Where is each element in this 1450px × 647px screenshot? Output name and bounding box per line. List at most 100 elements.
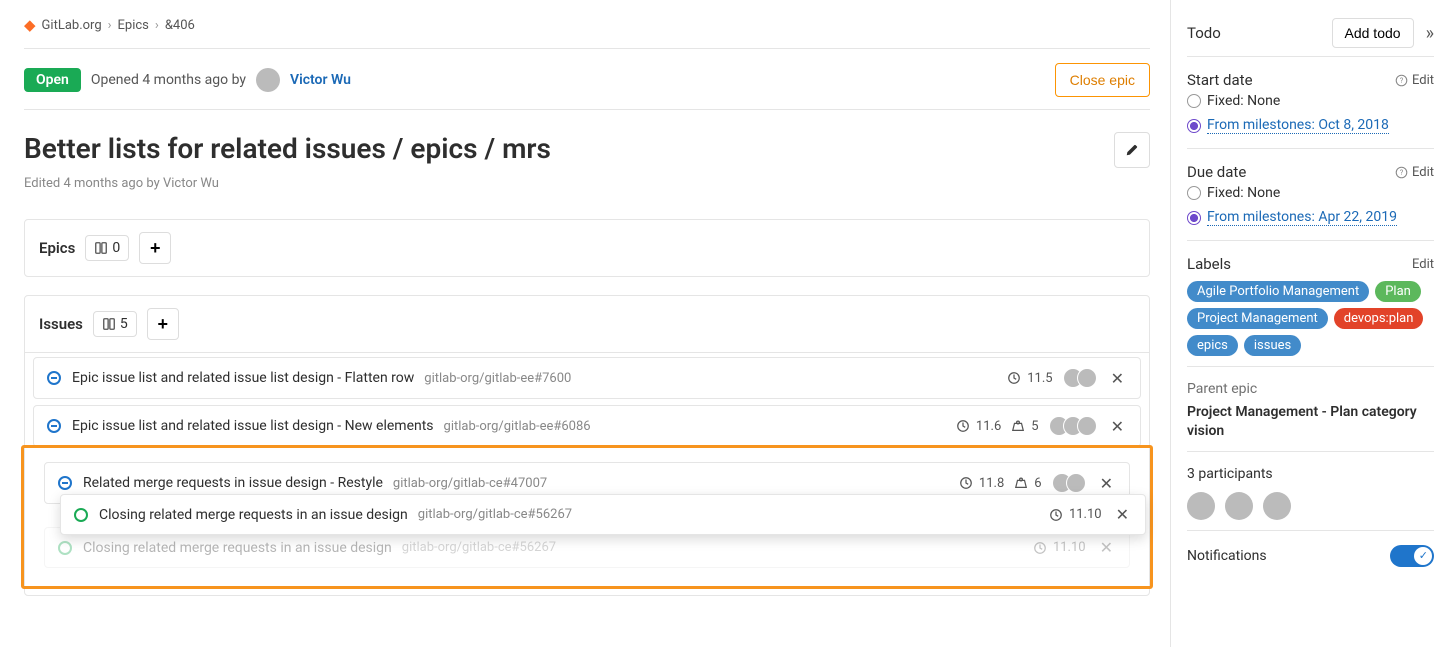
epic-icon: [94, 241, 108, 255]
svg-text:?: ?: [1400, 167, 1404, 176]
issues-label: Issues: [39, 315, 83, 333]
breadcrumb[interactable]: ◆ GitLab.org › Epics › &406: [24, 12, 1150, 48]
issue-closed-icon: [46, 370, 62, 386]
clock-icon: [1033, 541, 1047, 555]
clock-icon: [1049, 508, 1063, 522]
milestone-meta: 11.10: [1049, 507, 1102, 522]
assignee-avatar[interactable]: [1077, 416, 1097, 436]
breadcrumb-org[interactable]: GitLab.org: [42, 18, 102, 33]
assignee-avatar[interactable]: [1077, 368, 1097, 388]
gitlab-icon: ◆: [24, 16, 36, 34]
parent-epic-section: Parent epic Project Management - Plan ca…: [1187, 366, 1434, 451]
author-avatar[interactable]: [256, 68, 280, 92]
label-tag[interactable]: Agile Portfolio Management: [1187, 281, 1369, 302]
participant-avatar[interactable]: [1187, 492, 1215, 520]
chevron-right-icon: ›: [108, 18, 112, 33]
start-date-edit[interactable]: ? Edit: [1395, 73, 1434, 88]
edited-text: Edited 4 months ago by Victor Wu: [24, 176, 1150, 191]
remove-issue-button[interactable]: ✕: [1096, 474, 1117, 493]
assignee-avatar[interactable]: [1066, 473, 1086, 493]
issue-ref[interactable]: gitlab-org/gitlab-ee#6086: [444, 419, 591, 434]
breadcrumb-section[interactable]: Epics: [118, 18, 149, 33]
issue-title[interactable]: Closing related merge requests in an iss…: [83, 540, 392, 556]
chevron-right-icon: ›: [155, 18, 159, 33]
assignees[interactable]: [1049, 416, 1097, 436]
issue-title[interactable]: Epic issue list and related issue list d…: [72, 418, 434, 434]
notifications-section: Notifications ✓: [1187, 530, 1434, 577]
author-link[interactable]: Victor Wu: [290, 72, 351, 88]
parent-epic-title: Parent epic: [1187, 381, 1434, 397]
remove-issue-button[interactable]: ✕: [1107, 369, 1128, 388]
due-date-edit[interactable]: ? Edit: [1395, 165, 1434, 180]
start-date-title: Start date: [1187, 71, 1253, 89]
label-tag[interactable]: Plan: [1375, 281, 1421, 302]
participants-section: 3 participants: [1187, 451, 1434, 530]
clock-icon: [1007, 371, 1021, 385]
issue-icon: [102, 317, 116, 331]
issue-closed-icon: [57, 475, 73, 491]
issue-title[interactable]: Related merge requests in issue design -…: [83, 475, 383, 491]
state-badge: Open: [24, 68, 81, 92]
remove-issue-button[interactable]: ✕: [1096, 538, 1117, 557]
breadcrumb-id[interactable]: &406: [165, 18, 195, 33]
labels-title: Labels: [1187, 255, 1231, 273]
issue-row[interactable]: Epic issue list and related issue list d…: [33, 357, 1141, 399]
add-issue-button[interactable]: +: [147, 308, 179, 340]
sidebar: Todo Add todo » Start date ? Edit Fixed:…: [1170, 0, 1450, 647]
due-date-milestones[interactable]: From milestones: Apr 22, 2019: [1187, 205, 1434, 230]
participant-avatar[interactable]: [1225, 492, 1253, 520]
labels-edit[interactable]: Edit: [1412, 257, 1434, 272]
due-date-fixed[interactable]: Fixed: None: [1187, 181, 1434, 205]
remove-issue-button[interactable]: ✕: [1107, 417, 1128, 436]
issue-row[interactable]: Epic issue list and related issue list d…: [33, 405, 1141, 447]
issue-closed-icon: [46, 418, 62, 434]
assignees[interactable]: [1063, 368, 1097, 388]
issue-ref[interactable]: gitlab-org/gitlab-ce#56267: [402, 540, 556, 555]
issue-row[interactable]: Closing related merge requests in an iss…: [60, 494, 1146, 535]
weight-meta: 5: [1011, 419, 1038, 434]
issues-panel: Issues 5 + Epic issue list and related i…: [24, 295, 1150, 596]
issue-open-icon: [57, 540, 73, 556]
issue-title[interactable]: Closing related merge requests in an iss…: [99, 507, 408, 523]
label-tag[interactable]: issues: [1244, 335, 1301, 356]
epics-label: Epics: [39, 239, 75, 257]
edit-title-button[interactable]: [1114, 132, 1150, 168]
labels-section: Labels Edit Agile Portfolio Management Pl…: [1187, 240, 1434, 366]
milestone-meta: 11.8: [959, 476, 1004, 491]
label-tag[interactable]: devops:plan: [1334, 308, 1424, 329]
drag-highlight: Related merge requests in issue design -…: [21, 445, 1153, 589]
notifications-label: Notifications: [1187, 548, 1267, 564]
issue-ref[interactable]: gitlab-org/gitlab-ce#47007: [393, 476, 547, 491]
participant-avatar[interactable]: [1263, 492, 1291, 520]
pencil-icon: [1125, 143, 1139, 157]
issue-ref[interactable]: gitlab-org/gitlab-ee#7600: [424, 371, 571, 386]
epics-panel: Epics 0 +: [24, 219, 1150, 277]
clock-icon: [956, 419, 970, 433]
label-tag[interactable]: epics: [1187, 335, 1238, 356]
issue-ref[interactable]: gitlab-org/gitlab-ce#56267: [418, 507, 572, 522]
add-todo-button[interactable]: Add todo: [1332, 18, 1414, 48]
weight-meta: 6: [1014, 476, 1041, 491]
start-date-fixed[interactable]: Fixed: None: [1187, 89, 1434, 113]
due-date-title: Due date: [1187, 163, 1246, 181]
add-epic-button[interactable]: +: [139, 232, 171, 264]
participants-text: 3 participants: [1187, 466, 1434, 482]
question-icon: ?: [1395, 74, 1408, 87]
start-date-milestones[interactable]: From milestones: Oct 8, 2018: [1187, 113, 1434, 138]
remove-issue-button[interactable]: ✕: [1112, 505, 1133, 524]
label-tag[interactable]: Project Management: [1187, 308, 1328, 329]
assignees[interactable]: [1052, 473, 1086, 493]
weight-icon: [1011, 419, 1025, 433]
svg-text:?: ?: [1400, 75, 1404, 84]
issue-open-icon: [73, 507, 89, 523]
close-epic-button[interactable]: Close epic: [1055, 63, 1150, 97]
opened-text: Opened 4 months ago by: [91, 72, 246, 88]
due-date-section: Due date ? Edit Fixed: None From milesto…: [1187, 148, 1434, 240]
collapse-sidebar-icon[interactable]: »: [1426, 23, 1434, 44]
milestone-meta: 11.10: [1033, 540, 1086, 555]
weight-icon: [1014, 476, 1028, 490]
issue-title[interactable]: Epic issue list and related issue list d…: [72, 370, 414, 386]
parent-epic-name[interactable]: Project Management - Plan category visio…: [1187, 403, 1434, 441]
milestone-meta: 11.5: [1007, 371, 1052, 386]
notifications-toggle[interactable]: ✓: [1390, 545, 1434, 567]
